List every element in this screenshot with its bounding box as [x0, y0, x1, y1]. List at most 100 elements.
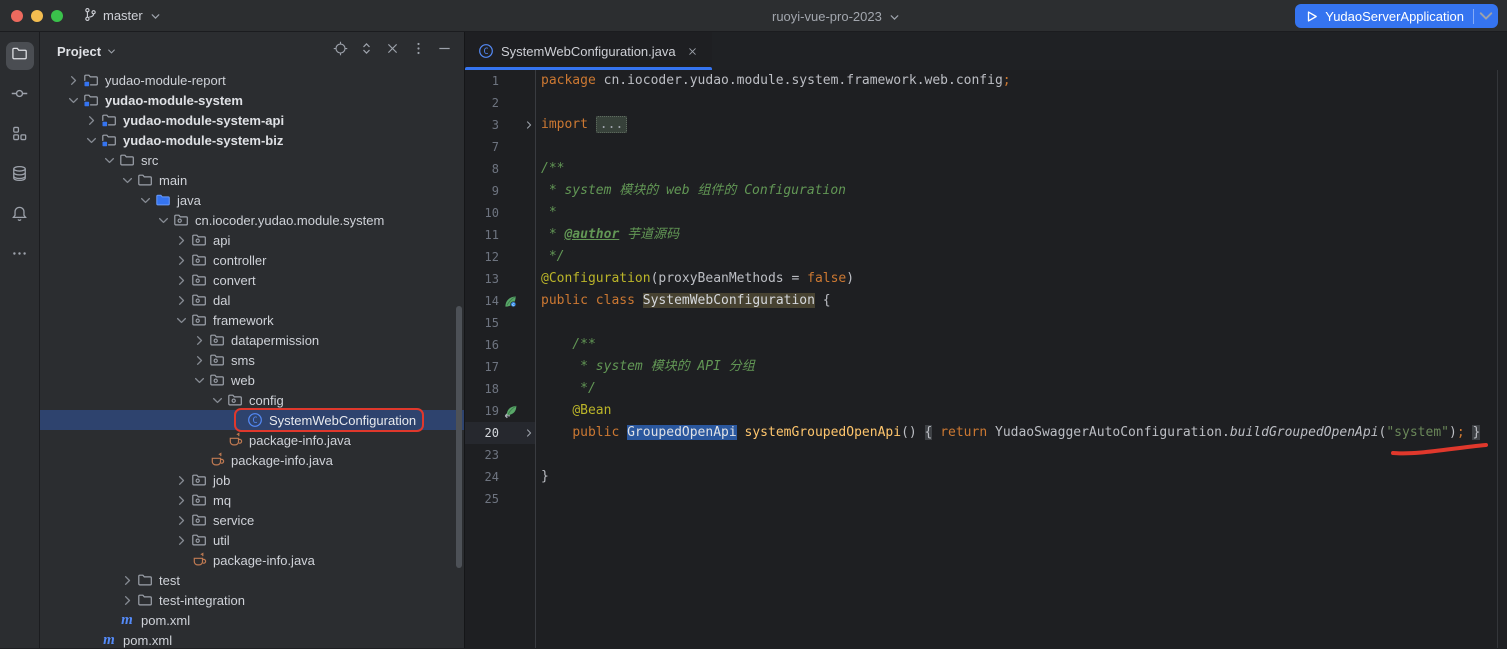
gutter-row[interactable]: 19 — [465, 400, 535, 422]
gutter-row[interactable]: 16 — [465, 334, 535, 356]
line-number[interactable]: 25 — [465, 488, 499, 510]
line-number[interactable]: 19 — [465, 400, 499, 422]
tree-chevron-icon[interactable] — [82, 131, 100, 149]
tree-scrollbar[interactable] — [456, 306, 462, 568]
tree-item-package-info-java[interactable]: package-info.java — [40, 430, 464, 450]
tree-item-api[interactable]: api — [40, 230, 464, 250]
code-line-9[interactable]: * system 模块的 web 组件的 Configuration — [541, 180, 1507, 202]
zoom-window-button[interactable] — [51, 10, 63, 22]
tree-item-dal[interactable]: dal — [40, 290, 464, 310]
tree-chevron-icon[interactable] — [172, 491, 190, 509]
hide-button[interactable] — [434, 41, 454, 61]
gutter-row[interactable]: 2 — [465, 92, 535, 114]
tree-item-yudao-module-report[interactable]: yudao-module-report — [40, 70, 464, 90]
code-line-17[interactable]: * system 模块的 API 分组 — [541, 356, 1507, 378]
tree-item-framework[interactable]: framework — [40, 310, 464, 330]
project-panel-title[interactable]: Project — [57, 44, 101, 59]
tree-chevron-icon[interactable] — [208, 391, 226, 409]
activity-bar-more-tool-windows-button[interactable] — [6, 242, 34, 270]
close-tab-icon[interactable] — [684, 42, 702, 60]
tree-item-java[interactable]: java — [40, 190, 464, 210]
tree-item-systemwebconfiguration[interactable]: CSystemWebConfiguration — [40, 410, 464, 430]
code-line-16[interactable]: /** — [541, 334, 1507, 356]
line-number[interactable]: 10 — [465, 202, 499, 224]
code-line-20[interactable]: public GroupedOpenApi systemGroupedOpenA… — [541, 422, 1507, 444]
fold-expand-icon[interactable] — [522, 114, 536, 136]
code-line-19[interactable]: @Bean — [541, 400, 1507, 422]
gutter-row[interactable]: 10 — [465, 202, 535, 224]
window-title-widget[interactable]: ruoyi-vue-pro-2023 — [772, 0, 900, 32]
code-line-14[interactable]: public class SystemWebConfiguration { — [541, 290, 1507, 312]
code-line-10[interactable]: * — [541, 202, 1507, 224]
run-configuration-button[interactable]: YudaoServerApplication — [1295, 4, 1498, 28]
line-number[interactable]: 14 — [465, 290, 499, 312]
tree-item-cn-iocoder-yudao-module-system[interactable]: cn.iocoder.yudao.module.system — [40, 210, 464, 230]
line-number[interactable]: 12 — [465, 246, 499, 268]
line-number[interactable]: 18 — [465, 378, 499, 400]
tree-chevron-icon[interactable] — [172, 531, 190, 549]
tree-item-web[interactable]: web — [40, 370, 464, 390]
tree-item-yudao-module-system[interactable]: yudao-module-system — [40, 90, 464, 110]
tree-chevron-icon[interactable] — [172, 271, 190, 289]
gutter-row[interactable]: 3 — [465, 114, 535, 136]
gutter-row[interactable]: 11 — [465, 224, 535, 246]
springbean-icon[interactable]: c — [499, 290, 522, 312]
chevron-down-icon[interactable] — [105, 45, 118, 58]
tree-item-yudao-module-system-api[interactable]: yudao-module-system-api — [40, 110, 464, 130]
activity-bar-structure-button[interactable] — [6, 122, 34, 150]
line-number[interactable]: 20 — [465, 422, 499, 444]
tree-item-config[interactable]: config — [40, 390, 464, 410]
activity-bar-commit-button[interactable] — [6, 82, 34, 110]
code-line-7[interactable] — [541, 136, 1507, 158]
line-number[interactable]: 24 — [465, 466, 499, 488]
gutter-row[interactable]: 8 — [465, 158, 535, 180]
tree-item-datapermission[interactable]: datapermission — [40, 330, 464, 350]
tree-item-service[interactable]: service — [40, 510, 464, 530]
gutter-row[interactable]: 23 — [465, 444, 535, 466]
code-line-1[interactable]: package cn.iocoder.yudao.module.system.f… — [541, 70, 1507, 92]
tree-item-pom-xml[interactable]: mpom.xml — [40, 610, 464, 630]
activity-bar-database-button[interactable] — [6, 162, 34, 190]
activity-bar-notifications-button[interactable] — [6, 202, 34, 230]
gutter-row[interactable]: 13 — [465, 268, 535, 290]
code-line-18[interactable]: */ — [541, 378, 1507, 400]
tree-item-package-info-java[interactable]: package-info.java — [40, 450, 464, 470]
options-button[interactable] — [408, 41, 428, 61]
code-line-3[interactable]: import ... — [541, 114, 1507, 136]
tree-chevron-icon[interactable] — [64, 91, 82, 109]
tree-item-util[interactable]: util — [40, 530, 464, 550]
springarrow-icon[interactable] — [499, 400, 522, 422]
code-line-23[interactable] — [541, 444, 1507, 466]
gutter-row[interactable]: 7 — [465, 136, 535, 158]
gutter-row[interactable]: 25 — [465, 488, 535, 510]
tree-chevron-icon[interactable] — [118, 171, 136, 189]
code-line-2[interactable] — [541, 92, 1507, 114]
tree-item-convert[interactable]: convert — [40, 270, 464, 290]
tree-item-src[interactable]: src — [40, 150, 464, 170]
tree-chevron-icon[interactable] — [100, 151, 118, 169]
tree-item-test-integration[interactable]: test-integration — [40, 590, 464, 610]
code-line-15[interactable] — [541, 312, 1507, 334]
gutter-row[interactable]: 24 — [465, 466, 535, 488]
gutter-row[interactable]: 9 — [465, 180, 535, 202]
gutter-row[interactable]: 18 — [465, 378, 535, 400]
tree-chevron-icon[interactable] — [118, 591, 136, 609]
line-number[interactable]: 2 — [465, 92, 499, 114]
tree-chevron-icon[interactable] — [64, 71, 82, 89]
gutter-row[interactable]: 17 — [465, 356, 535, 378]
line-number[interactable]: 9 — [465, 180, 499, 202]
locate-file-button[interactable] — [330, 41, 350, 61]
close-window-button[interactable] — [11, 10, 23, 22]
gutter-row[interactable]: 20 — [465, 422, 535, 444]
tree-item-job[interactable]: job — [40, 470, 464, 490]
tree-item-sms[interactable]: sms — [40, 350, 464, 370]
tree-chevron-icon[interactable] — [82, 111, 100, 129]
tree-chevron-icon[interactable] — [172, 251, 190, 269]
code-line-8[interactable]: /** — [541, 158, 1507, 180]
run-dropdown-chevron-icon[interactable] — [1474, 4, 1498, 28]
tree-chevron-icon[interactable] — [136, 191, 154, 209]
tree-chevron-icon[interactable] — [154, 211, 172, 229]
code-line-11[interactable]: * @author 芋道源码 — [541, 224, 1507, 246]
tree-item-package-info-java[interactable]: package-info.java — [40, 550, 464, 570]
line-number[interactable]: 16 — [465, 334, 499, 356]
